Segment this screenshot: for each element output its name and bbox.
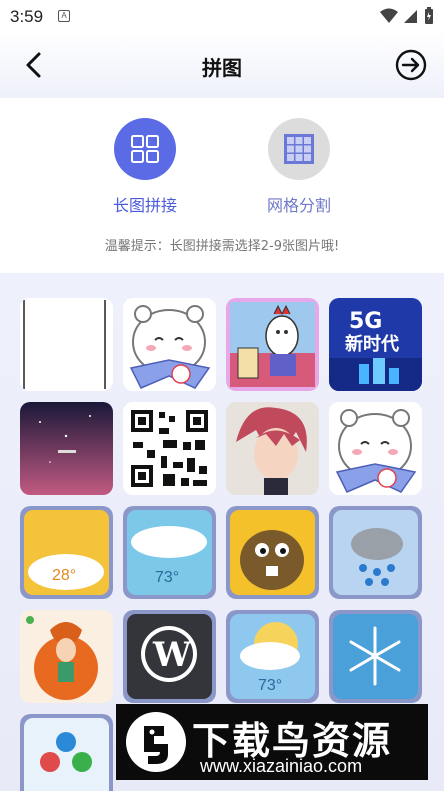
thumbnail-blank-white[interactable] <box>20 298 113 391</box>
svg-text:28°: 28° <box>52 567 76 584</box>
grid-3x3-icon <box>284 134 314 164</box>
battery-icon <box>425 7 433 24</box>
thumbnail-5g-poster[interactable]: 5G 新时代 <box>329 298 422 391</box>
watermark-url: www.xiazainiao.com <box>200 756 363 776</box>
svg-text:5G: 5G <box>349 309 382 334</box>
sim-indicator-icon: A <box>58 10 70 22</box>
grid-2x2-icon <box>131 135 159 163</box>
thumbnail-starry-album-cover[interactable] <box>20 402 113 495</box>
svg-text:新时代: 新时代 <box>345 333 399 355</box>
mode-grid-split-label: 网格分割 <box>266 196 331 215</box>
mode-long-image-label: 长图拼接 <box>112 196 177 215</box>
status-time: 3:59 <box>10 7 44 26</box>
svg-text:73°: 73° <box>258 677 282 694</box>
thumbnail-qr-code[interactable] <box>123 402 216 495</box>
thumbnail-weather-rain[interactable] <box>329 506 422 599</box>
hint-text: 温馨提示：长图拼接需选择2-9张图片哦! <box>104 239 340 254</box>
bird-logo-icon <box>126 712 186 772</box>
thumbnail-polar-bear-sticker[interactable] <box>123 298 216 391</box>
signal-icon <box>404 10 417 23</box>
status-bar: 3:59 A <box>0 0 444 32</box>
thumbnail-anime-boy-portrait[interactable] <box>226 402 319 495</box>
thumbnail-wordpress-icon[interactable]: W <box>123 610 216 703</box>
wifi-icon <box>380 8 398 23</box>
thumbnail-autumn-boy-illustration[interactable] <box>20 610 113 703</box>
thumbnail-weather-partly-cloudy[interactable]: 73° <box>226 610 319 703</box>
app-header: 拼图 <box>0 32 444 98</box>
thumbnail-polar-bear-sticker[interactable] <box>329 402 422 495</box>
mode-selector: 长图拼接 网格分割 温馨提示：长图拼接需选择2-9张图片哦! <box>0 98 444 273</box>
svg-text:73°: 73° <box>155 569 179 586</box>
mode-long-image-button[interactable]: 长图拼接 <box>85 118 205 216</box>
page-title: 拼图 <box>202 56 242 80</box>
thumbnail-weather-snow[interactable] <box>329 610 422 703</box>
thumbnail-weather-cloudy[interactable]: 73° <box>123 506 216 599</box>
thumbnail-bubbles-icon[interactable] <box>20 714 113 791</box>
thumbnail-weather-sunny[interactable]: 28° <box>20 506 113 599</box>
watermark-banner: 下载鸟资源 www.xiazainiao.com <box>116 704 428 780</box>
thumbnail-rooster-painting[interactable] <box>226 298 319 391</box>
svg-text:W: W <box>152 635 192 675</box>
mode-grid-split-button[interactable]: 网格分割 <box>239 118 359 216</box>
thumbnail-beaver-icon[interactable] <box>226 506 319 599</box>
exit-circle-icon[interactable] <box>394 48 428 82</box>
